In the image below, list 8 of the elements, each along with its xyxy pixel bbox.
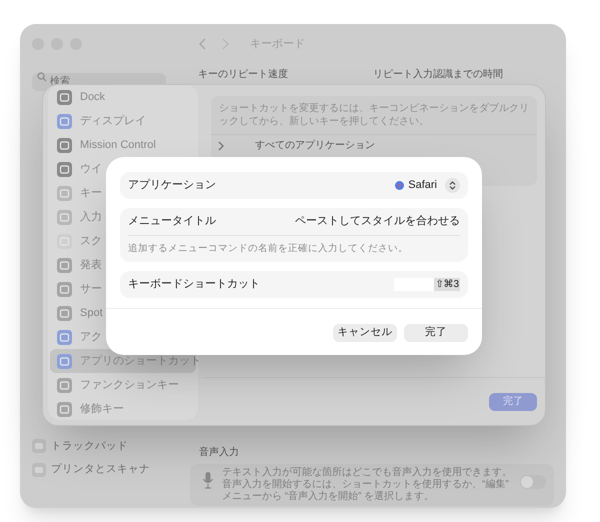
dictation-description: テキスト入力が可能な箇所はどこでも音声入力を使用できます。音声入力を開始するには、ショートカットを使用するか、“編集” メニューから “音声入力を開始” を選択します。 bbox=[222, 467, 512, 503]
setting-label: キーのリピート速度 bbox=[198, 68, 289, 82]
field-label: キーボードショートカット bbox=[128, 277, 260, 292]
setting-label: リピート入力認識までの時間 bbox=[373, 68, 503, 82]
instruction-text: ショートカットを変更するには、キーコンビネーションをダブルクリックしてから、新しいキーを押してください。 bbox=[218, 102, 530, 129]
field-label: メニュータイトル bbox=[128, 214, 216, 230]
section-heading: 音声入力 bbox=[199, 446, 240, 460]
hint-text: 追加するメニューコマンドの名前を正確に入力してください。 bbox=[128, 242, 408, 256]
